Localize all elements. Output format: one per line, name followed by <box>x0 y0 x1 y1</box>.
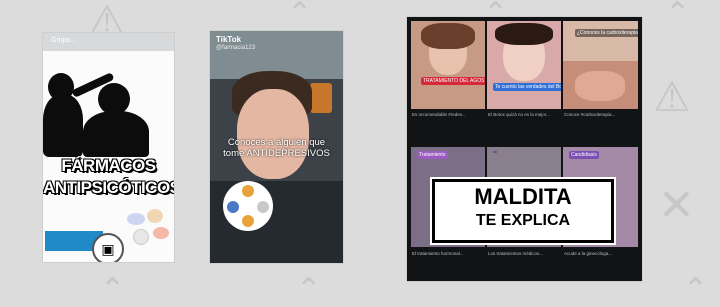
chevron-up-icon: ⌃ <box>665 0 691 31</box>
thumbnail-header: Grupo... <box>43 33 174 51</box>
presenter-face <box>237 89 309 179</box>
tile-2-chip: Te cuento las verdades del Botox <box>493 83 561 91</box>
tile-2-caption: El Botox quizá no es la mejor... <box>488 112 550 117</box>
molecule-diagram <box>223 181 273 231</box>
tile-1[interactable]: TRATAMIENTO DEL AGOSTO <box>411 21 485 109</box>
tile-6-caption: Acude a la ginecóloga... <box>564 251 613 256</box>
tile-2[interactable]: Te cuento las verdades del Botox <box>487 21 561 109</box>
warning-icon: ⚠ <box>653 72 691 121</box>
chevron-up-icon: ⌃ <box>287 0 313 31</box>
video-thumbnail-antipsychotics[interactable]: Grupo... FÁRMACOS ANTIPSICÓTICOS ▣ <box>43 33 174 262</box>
maldita-banner: MALDITA TE EXPLICA <box>432 179 614 243</box>
tile-1-chip: TRATAMIENTO DEL AGOSTO <box>421 77 485 85</box>
video-thumbnail-antidepressants[interactable]: TikTok @farmacia123 Conoces a alguien qu… <box>210 31 343 263</box>
thumbnail-title: FÁRMACOS ANTIPSICÓTICOS <box>43 155 174 199</box>
tile-1-caption: Es recomendable #redes... <box>412 112 466 117</box>
banner-line-2: TE EXPLICA <box>475 212 571 229</box>
tile-4-chip: Tratamiento <box>417 151 448 159</box>
title-line-2: ANTIPSICÓTICOS <box>43 178 174 197</box>
video-username: @farmacia123 <box>216 45 256 51</box>
tile-6-chip: Candidiasis <box>569 151 599 159</box>
fact-check-badge-icon: ▣ <box>92 233 124 262</box>
chevron-up-icon: ⌃ <box>296 272 322 307</box>
video-collage-maldita[interactable]: TRATAMIENTO DEL AGOSTO Te cuento las ver… <box>407 17 642 281</box>
thumbnail-brand: Grupo... <box>51 37 77 44</box>
tile-5-chip <box>493 151 497 153</box>
banner-line-1: MALDITA <box>474 184 572 209</box>
chevron-up-icon: ⌃ <box>100 272 126 307</box>
tiktok-logo: TikTok <box>216 35 242 44</box>
chevron-up-icon: ⌃ <box>683 272 709 307</box>
tile-3-caption: Conoce #carboxiterapia... <box>564 112 616 117</box>
video-caption: Conoces a alguien que tome ANTIDEPRESIVO… <box>223 137 330 159</box>
pill-bottle-illustration <box>310 83 332 113</box>
tile-4-caption: El tratamiento hormonal... <box>412 251 464 256</box>
tile-5-caption: Los tratamientos médicos... <box>488 251 544 256</box>
tile-3-chip: ¿Conoces la carboxiterapia? <box>575 29 638 37</box>
tile-3[interactable]: ¿Conoces la carboxiterapia? <box>563 21 638 109</box>
title-line-1: FÁRMACOS <box>61 156 156 175</box>
close-icon: ✕ <box>658 180 695 231</box>
